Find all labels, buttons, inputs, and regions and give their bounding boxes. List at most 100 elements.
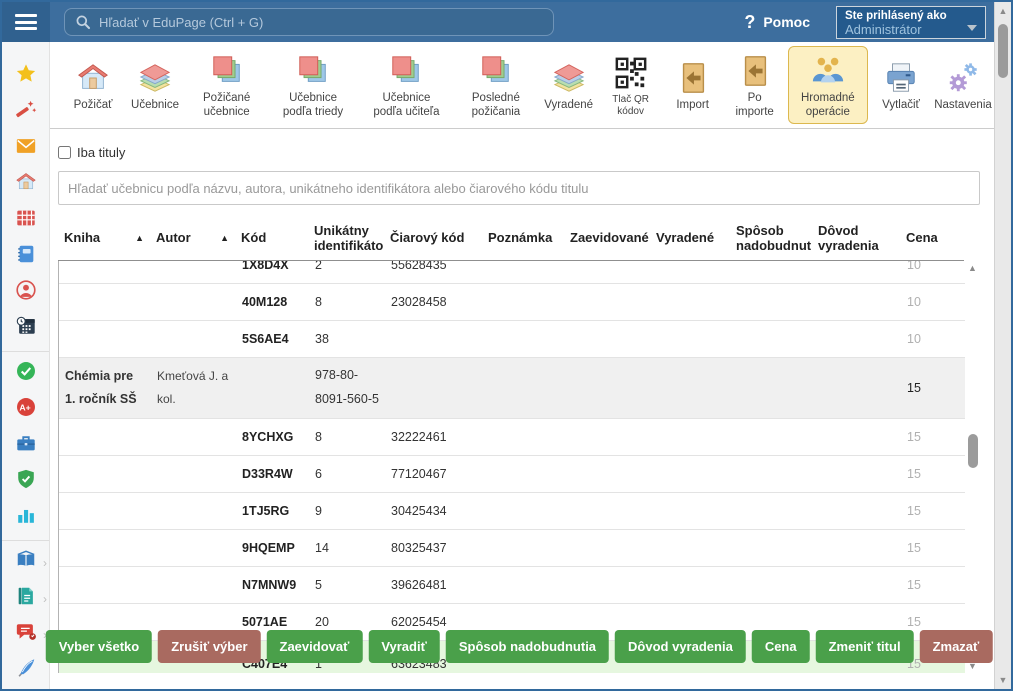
- table-row[interactable]: 40M12882302845810: [59, 284, 965, 321]
- column-header-pozn-mka[interactable]: Poznámka: [482, 218, 564, 260]
- bar-chart-icon: [15, 504, 37, 531]
- toolbar-item-label: Po importe: [732, 92, 778, 119]
- page-scroll-up-icon[interactable]: ▲: [995, 4, 1011, 18]
- sidebar-item-shield-check[interactable]: [2, 464, 49, 500]
- toolbar-item-import[interactable]: Import: [664, 53, 722, 118]
- action-button-cena[interactable]: Cena: [752, 630, 810, 663]
- table-row[interactable]: 8YCHXG83222246115: [59, 418, 965, 455]
- action-button-vyradi-[interactable]: Vyradiť: [368, 630, 440, 663]
- cell-barcode: 32222461: [385, 418, 483, 455]
- chevron-right-icon: ›: [43, 592, 47, 606]
- cell-sposob: [731, 529, 813, 566]
- action-button-d-vod-vyradenia[interactable]: Dôvod vyradenia: [615, 630, 746, 663]
- stacked-books-icon: [479, 53, 513, 89]
- table-row[interactable]: 9HQEMP148032543715: [59, 529, 965, 566]
- column-header-cena[interactable]: Cena: [900, 218, 964, 260]
- table-scrollbar-thumb[interactable]: [968, 434, 978, 468]
- cell-kod: 5S6AE4: [236, 321, 309, 358]
- table-row[interactable]: 1TJ5RG93042543415: [59, 492, 965, 529]
- cell-dovod: [813, 261, 901, 284]
- global-search-input[interactable]: [99, 15, 543, 30]
- toolbar-item-label: Učebnice podľa triedy: [275, 92, 350, 119]
- sidebar-item-magic-wand[interactable]: [2, 94, 49, 130]
- sidebar-item-notebook[interactable]: [2, 238, 49, 274]
- cell-cena: 10: [901, 284, 965, 321]
- column-header--iarov-k-d[interactable]: Čiarový kód: [384, 218, 482, 260]
- page-scrollbar-thumb[interactable]: [998, 24, 1008, 78]
- cell-sposob: [731, 321, 813, 358]
- toolbar-item-po-i-a-[interactable]: Požičať: [64, 53, 122, 118]
- action-button-zru-i-v-ber[interactable]: Zrušiť výber: [158, 630, 260, 663]
- action-button-vyber-v-etko[interactable]: Vyber všetko: [46, 630, 152, 663]
- cell-kniha: [59, 321, 151, 358]
- column-header-label: Kód: [241, 230, 266, 245]
- notebook-icon: [15, 243, 37, 270]
- column-header-autor[interactable]: Autor▲: [150, 218, 235, 260]
- cell-zaevidovane: [565, 566, 651, 603]
- column-header-label: Cena: [906, 230, 938, 245]
- cell-autor: [151, 566, 236, 603]
- house-icon: [76, 60, 110, 96]
- sidebar-item-person[interactable]: [2, 274, 49, 310]
- toolbar-item-posledn-po-i-ania[interactable]: Posledné požičania: [456, 46, 536, 124]
- sidebar-item-pen[interactable]: [2, 653, 49, 689]
- only-titles-checkbox[interactable]: [58, 146, 71, 159]
- column-header-unik-tny-identifik-tor[interactable]: Unikátny identifikátor: [308, 218, 384, 260]
- action-button-zmeni-titul[interactable]: Zmeniť titul: [816, 630, 914, 663]
- toolbar-item-po-i-an-u-ebnice[interactable]: Požičané učebnice: [188, 46, 265, 124]
- people-icon: [811, 53, 845, 89]
- left-sidebar: A+ › › ›: [2, 42, 50, 689]
- toolbar-item-po-importe[interactable]: Po importe: [726, 46, 784, 124]
- sidebar-item-documents[interactable]: ›: [2, 581, 49, 617]
- sidebar-item-chat-bubbles[interactable]: ›: [2, 617, 49, 653]
- table-row[interactable]: 1X8D4X25562843510: [59, 261, 965, 284]
- toolbar-item-u-ebnice-pod-a-triedy[interactable]: Učebnice podľa triedy: [269, 46, 356, 124]
- action-button-zmaza-[interactable]: Zmazať: [920, 630, 993, 663]
- sidebar-item-star[interactable]: [2, 58, 49, 94]
- toolbar-item-tla-qr-k-dov[interactable]: Tlač QR kódov: [602, 48, 660, 123]
- cell-vyradene: [651, 321, 731, 358]
- sidebar-item-bar-chart[interactable]: [2, 500, 49, 536]
- column-header-zaevidovan-[interactable]: Zaevidované: [564, 218, 650, 260]
- cell-kniha: [59, 455, 151, 492]
- column-header-k-d[interactable]: Kód: [235, 218, 308, 260]
- sidebar-item-calendar-clock[interactable]: [2, 310, 49, 346]
- cell-poznamka: [483, 455, 565, 492]
- table-row[interactable]: D33R4W67712046715: [59, 455, 965, 492]
- column-header-vyraden-[interactable]: Vyradené: [650, 218, 730, 260]
- column-header-label: Dôvod vyradenia: [818, 223, 894, 253]
- book-search-input[interactable]: [58, 171, 980, 205]
- logged-in-user-dropdown[interactable]: Ste prihlásený ako Administrátor: [836, 6, 986, 39]
- page-scrollbar: ▲ ▼: [994, 2, 1011, 689]
- stacked-books-icon: [210, 53, 244, 89]
- cell-kod: [236, 358, 309, 419]
- action-button-zaevidova-[interactable]: Zaevidovať: [267, 630, 363, 663]
- table-row[interactable]: N7MNW953962648115: [59, 566, 965, 603]
- scroll-up-arrow-icon[interactable]: ▲: [965, 263, 980, 273]
- cell-sposob: [731, 261, 813, 284]
- action-button-sp-sob-nadobudnutia[interactable]: Spôsob nadobudnutia: [446, 630, 609, 663]
- sidebar-item-check-circle[interactable]: [2, 355, 49, 391]
- toolbar-item-vyraden-[interactable]: Vyradené: [540, 53, 598, 118]
- sidebar-item-open-book[interactable]: ›: [2, 545, 49, 581]
- column-header-label: Zaevidované: [570, 230, 649, 245]
- column-header-kniha[interactable]: Kniha▲: [58, 218, 150, 260]
- toolbar-item-u-ebnice[interactable]: Učebnice: [126, 53, 184, 118]
- cell-poznamka: [483, 566, 565, 603]
- sidebar-item-envelope[interactable]: [2, 130, 49, 166]
- table-row[interactable]: 5S6AE43810: [59, 321, 965, 358]
- help-button[interactable]: ? Pomoc: [744, 12, 810, 33]
- sidebar-item-briefcase[interactable]: [2, 428, 49, 464]
- sidebar-item-timetable-grid[interactable]: [2, 202, 49, 238]
- column-header-d-vod-vyradenia[interactable]: Dôvod vyradenia: [812, 218, 900, 260]
- sidebar-item-house[interactable]: [2, 166, 49, 202]
- hamburger-menu-button[interactable]: [2, 2, 50, 42]
- sidebar-item-grade-a-plus[interactable]: A+: [2, 392, 49, 428]
- toolbar-item-u-ebnice-pod-a-u-ite-a[interactable]: Učebnice podľa učiteľa: [361, 46, 452, 124]
- toolbar-item-hromadn-oper-cie[interactable]: Hromadné operácie: [788, 46, 868, 124]
- toolbar-item-nastavenia[interactable]: Nastavenia: [934, 53, 992, 118]
- column-header-sp-sob-nadobudnutia[interactable]: Spôsob nadobudnutia: [730, 218, 812, 260]
- page-scroll-down-icon[interactable]: ▼: [995, 673, 1011, 687]
- table-row[interactable]: Chémia pre 1. ročník SŠKmeťová J. a kol.…: [59, 358, 965, 419]
- toolbar-item-vytla-i-[interactable]: Vytlačiť: [872, 53, 930, 118]
